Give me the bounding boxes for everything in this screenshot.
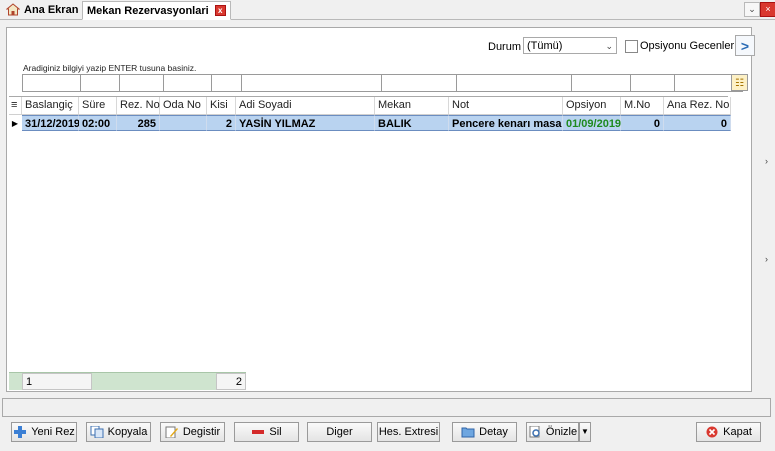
filter-input-m-no[interactable] [630, 74, 675, 92]
column-chooser-icon[interactable]: ≡ [9, 97, 22, 114]
footer-spacer [92, 373, 216, 390]
reservations-grid: ≡ Baslangiç Süre Rez. No Oda No Kisi Adi… [9, 96, 731, 390]
cell-m-no[interactable]: 0 [621, 115, 664, 131]
column-header[interactable]: Not [449, 97, 563, 114]
durum-label: Durum [488, 41, 522, 53]
cell-sure[interactable]: 02:00 [79, 115, 117, 131]
column-header[interactable]: Kisi [207, 97, 236, 114]
close-window-icon[interactable]: × [760, 2, 775, 17]
minus-icon [251, 426, 265, 438]
column-header[interactable]: Rez. No [117, 97, 160, 114]
degistir-label: Degistir [182, 426, 221, 438]
tab-ana-ekran[interactable]: Ana Ekran [2, 1, 82, 18]
filter-input-sure[interactable] [80, 74, 120, 92]
column-header[interactable]: Süre [79, 97, 117, 114]
cell-adi-soyadi[interactable]: YASİN YILMAZ [236, 115, 375, 131]
edit-icon [165, 426, 179, 439]
diger-label: Diger [326, 426, 353, 438]
yeni-rez-label: Yeni Rez [31, 426, 75, 438]
column-header[interactable]: Opsiyon [563, 97, 621, 114]
detay-button[interactable]: Detay [452, 422, 517, 442]
close-circle-icon [705, 426, 719, 438]
cell-oda-no[interactable] [160, 115, 207, 131]
filter-input-baslangic[interactable] [22, 74, 81, 92]
onizle-dropdown-icon[interactable]: ▼ [579, 422, 591, 442]
column-filter-row [22, 74, 743, 92]
tab-mekan-rezervasyonlari[interactable]: Mekan Rezervasyonlari x [82, 1, 231, 20]
cell-ana-rez-no[interactable]: 0 [664, 115, 731, 131]
kapat-label: Kapat [723, 426, 752, 438]
yeni-rez-button[interactable]: Yeni Rez [11, 422, 77, 442]
filter-input-adi-soyadi[interactable] [241, 74, 382, 92]
footer-count: 1 [22, 373, 92, 390]
filter-input-kisi[interactable] [211, 74, 242, 92]
hes-extresi-label: Hes. Extresi [378, 426, 439, 438]
filter-input-mekan[interactable] [381, 74, 457, 92]
filter-input-rez-no[interactable] [119, 74, 164, 92]
copy-icon [90, 425, 104, 439]
column-header[interactable]: Adi Soyadi [236, 97, 375, 114]
chevron-right-icon[interactable]: › [765, 254, 768, 264]
reservations-panel: Durum (Tümü) ⌄ Opsiyonu Gecenler > Aradi… [6, 27, 755, 392]
onizle-label: Önizle [545, 426, 578, 438]
kapat-button[interactable]: Kapat [696, 422, 761, 442]
chevron-down-icon: ⌄ [605, 41, 613, 51]
folder-icon [461, 426, 475, 438]
cell-rez-no[interactable]: 285 [117, 115, 160, 131]
status-bar [2, 398, 771, 417]
search-hint: Aradiginiz bilgiyi yazip ENTER tusuna ba… [23, 63, 197, 73]
column-header[interactable]: Oda No [160, 97, 207, 114]
tab-bar: Ana Ekran Mekan Rezervasyonlari x ⌄ × [0, 0, 775, 20]
preview-icon [528, 425, 542, 438]
detay-label: Detay [479, 426, 508, 438]
diger-button[interactable]: Diger [307, 422, 372, 442]
table-row[interactable]: ▶ 31/12/2019 02:00 285 2 YASİN YILMAZ BA… [9, 115, 731, 131]
column-header[interactable]: Mekan [375, 97, 449, 114]
grid-header: ≡ Baslangiç Süre Rez. No Oda No Kisi Adi… [9, 97, 731, 115]
opsiyon-checkbox-label: Opsiyonu Gecenler [640, 40, 735, 52]
filter-input-not[interactable] [456, 74, 572, 92]
row-indicator-icon: ▶ [9, 115, 22, 131]
tab-ana-ekran-label: Ana Ekran [24, 3, 79, 16]
column-header[interactable]: Ana Rez. No [664, 97, 731, 114]
column-header[interactable]: M.No [621, 97, 664, 114]
cell-kisi[interactable]: 2 [207, 115, 236, 131]
onizle-button[interactable]: Önizle [526, 422, 579, 442]
sil-label: Sil [269, 426, 282, 438]
kopyala-label: Kopyala [107, 426, 148, 438]
footer-kisi-total: 2 [216, 373, 246, 390]
sil-button[interactable]: Sil [234, 422, 299, 442]
durum-value: (Tümü) [527, 40, 563, 52]
column-header[interactable]: Baslangiç [22, 97, 79, 114]
filter-input-opsiyon[interactable] [571, 74, 631, 92]
home-icon [6, 3, 20, 16]
durum-select[interactable]: (Tümü) ⌄ [523, 37, 617, 54]
tab-active-label: Mekan Rezervasyonlari [87, 4, 209, 17]
filter-clear-icon[interactable]: ☷ [731, 74, 748, 91]
grid-footer: 1 2 [9, 372, 246, 390]
hes-extresi-button[interactable]: Hes. Extresi [377, 422, 440, 442]
cell-mekan[interactable]: BALIK [375, 115, 449, 131]
chevron-right-icon[interactable]: > [735, 35, 755, 56]
chevron-right-icon[interactable]: › [765, 156, 768, 166]
cell-not[interactable]: Pencere kenarı masa [449, 115, 563, 131]
filter-input-oda-no[interactable] [163, 74, 212, 92]
chevron-down-icon[interactable]: ⌄ [744, 2, 760, 17]
plus-icon [13, 426, 27, 438]
cell-opsiyon[interactable]: 01/09/2019 [563, 115, 621, 131]
cell-baslangic[interactable]: 31/12/2019 [22, 115, 80, 131]
degistir-button[interactable]: Degistir [160, 422, 225, 442]
kopyala-button[interactable]: Kopyala [86, 422, 151, 442]
opsiyon-checkbox[interactable] [625, 40, 638, 53]
close-tab-icon[interactable]: x [214, 5, 226, 16]
